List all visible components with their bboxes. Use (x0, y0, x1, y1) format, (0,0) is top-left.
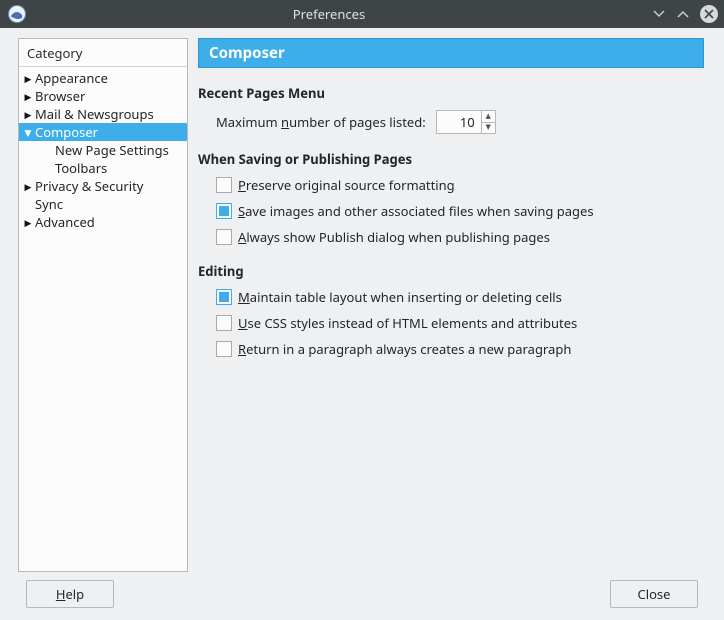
category-sidebar: Category ▶ Appearance ▶ Browser ▶ Mail &… (18, 38, 188, 572)
window-buttons (652, 5, 718, 23)
section-heading: When Saving or Publishing Pages (198, 150, 704, 168)
close-window-button[interactable] (700, 5, 718, 23)
category-tree: ▶ Appearance ▶ Browser ▶ Mail & Newsgrou… (19, 67, 187, 233)
sidebar-item-sync[interactable]: Sync (19, 195, 187, 213)
max-pages-row: Maximum number of pages listed: ▲ ▼ (198, 110, 704, 134)
maintain-table-checkbox[interactable] (216, 289, 232, 305)
tree-label: Appearance (35, 69, 108, 87)
return-paragraph-row[interactable]: Return in a paragraph always creates a n… (198, 340, 704, 358)
help-button[interactable]: Help (26, 580, 114, 608)
tree-label: Mail & Newsgroups (35, 105, 154, 123)
sidebar-item-toolbars[interactable]: Toolbars (19, 159, 187, 177)
use-css-row[interactable]: Use CSS styles instead of HTML elements … (198, 314, 704, 332)
tree-expand-icon: ▶ (23, 180, 33, 193)
sidebar-item-advanced[interactable]: ▶ Advanced (19, 213, 187, 231)
content-area: Category ▶ Appearance ▶ Browser ▶ Mail &… (0, 28, 724, 620)
tree-label: Sync (35, 195, 63, 213)
section-saving-publishing: When Saving or Publishing Pages Preserve… (198, 150, 704, 246)
tree-label: Advanced (35, 213, 95, 231)
tree-label: Toolbars (55, 159, 107, 177)
tree-label: Composer (35, 123, 98, 141)
maximize-icon[interactable] (676, 7, 690, 21)
titlebar: Preferences (0, 0, 724, 28)
maintain-table-label: Maintain table layout when inserting or … (238, 288, 562, 306)
max-pages-spinbox[interactable]: ▲ ▼ (436, 110, 496, 134)
section-heading: Recent Pages Menu (198, 84, 704, 102)
minimize-icon[interactable] (652, 7, 666, 21)
tree-expand-icon: ▶ (23, 216, 33, 229)
sidebar-item-new-page-settings[interactable]: New Page Settings (19, 141, 187, 159)
settings-panel: Composer Recent Pages Menu Maximum numbe… (198, 38, 704, 366)
publish-dialog-label: Always show Publish dialog when publishi… (238, 228, 550, 246)
use-css-label: Use CSS styles instead of HTML elements … (238, 314, 577, 332)
section-recent-pages: Recent Pages Menu Maximum number of page… (198, 84, 704, 134)
return-paragraph-label: Return in a paragraph always creates a n… (238, 340, 571, 358)
return-paragraph-checkbox[interactable] (216, 341, 232, 357)
maintain-table-row[interactable]: Maintain table layout when inserting or … (198, 288, 704, 306)
section-heading: Editing (198, 262, 704, 280)
tree-expand-icon: ▶ (23, 108, 33, 121)
tree-expand-icon: ▶ (23, 90, 33, 103)
tree-label: Privacy & Security (35, 177, 143, 195)
window-title: Preferences (6, 5, 652, 23)
spinbox-down-button[interactable]: ▼ (482, 122, 495, 134)
spinbox-up-button[interactable]: ▲ (482, 111, 495, 122)
sidebar-header: Category (19, 39, 187, 67)
publish-dialog-checkbox[interactable] (216, 229, 232, 245)
section-editing: Editing Maintain table layout when inser… (198, 262, 704, 358)
save-images-row[interactable]: Save images and other associated files w… (198, 202, 704, 220)
panel-title: Composer (198, 38, 704, 68)
sidebar-item-privacy-security[interactable]: ▶ Privacy & Security (19, 177, 187, 195)
spinbox-buttons: ▲ ▼ (481, 111, 495, 133)
close-button[interactable]: Close (610, 580, 698, 608)
preserve-formatting-checkbox[interactable] (216, 177, 232, 193)
preserve-formatting-label: Preserve original source formatting (238, 176, 455, 194)
sidebar-item-browser[interactable]: ▶ Browser (19, 87, 187, 105)
use-css-checkbox[interactable] (216, 315, 232, 331)
sidebar-item-mail-newsgroups[interactable]: ▶ Mail & Newsgroups (19, 105, 187, 123)
sidebar-item-composer[interactable]: ▼ Composer (19, 123, 187, 141)
sidebar-item-appearance[interactable]: ▶ Appearance (19, 69, 187, 87)
tree-expand-icon: ▶ (23, 72, 33, 85)
save-images-checkbox[interactable] (216, 203, 232, 219)
save-images-label: Save images and other associated files w… (238, 202, 594, 220)
tree-collapse-icon: ▼ (23, 126, 33, 139)
tree-label: Browser (35, 87, 85, 105)
max-pages-input[interactable] (437, 111, 481, 133)
publish-dialog-row[interactable]: Always show Publish dialog when publishi… (198, 228, 704, 246)
preserve-formatting-row[interactable]: Preserve original source formatting (198, 176, 704, 194)
tree-label: New Page Settings (55, 141, 169, 159)
max-pages-label: Maximum number of pages listed: (216, 113, 426, 131)
